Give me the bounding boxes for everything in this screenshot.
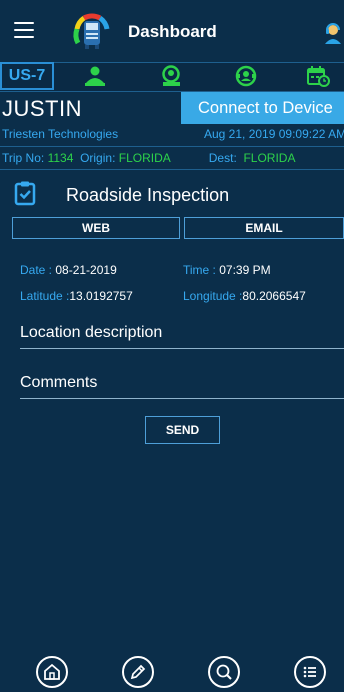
- edit-icon[interactable]: [122, 656, 154, 688]
- driver-icon[interactable]: [82, 64, 108, 88]
- app-title: Dashboard: [128, 22, 217, 41]
- latitude-value: 13.0192757: [69, 289, 133, 303]
- truck-gauge-logo: [70, 9, 114, 53]
- clipboard-check-icon: [14, 180, 36, 206]
- connect-to-device-button[interactable]: Connect to Device: [181, 92, 344, 124]
- time-info: Time : 07:39 PM: [183, 263, 271, 277]
- dest-value: FLORIDA: [243, 151, 296, 165]
- longitude-info: Longitude :80.2066547: [183, 289, 306, 303]
- company-name: Triesten Technologies: [2, 127, 119, 141]
- sleeper-icon[interactable]: [158, 64, 184, 88]
- email-button[interactable]: EMAIL: [184, 217, 344, 239]
- time-label: Time :: [183, 263, 216, 277]
- time-value: 07:39 PM: [219, 263, 271, 277]
- longitude-label: Longitude :: [183, 289, 243, 303]
- home-icon[interactable]: [36, 656, 68, 688]
- longitude-value: 80.2066547: [242, 289, 306, 303]
- trip-info-row: Trip No: 1134 Origin: FLORIDA Dest: FLORI…: [0, 146, 344, 170]
- trip-no-label: Trip No:: [2, 151, 45, 165]
- on-duty-icon[interactable]: [233, 64, 259, 88]
- web-button[interactable]: WEB: [12, 217, 180, 239]
- send-button[interactable]: SEND: [145, 416, 220, 444]
- driver-name: JUSTIN: [2, 96, 82, 121]
- date-value: 08-21-2019: [55, 263, 117, 277]
- calendar-clock-icon[interactable]: [305, 64, 331, 88]
- page-title: Roadside Inspection: [66, 185, 230, 205]
- search-icon[interactable]: [208, 656, 240, 688]
- origin-label: Origin:: [80, 151, 116, 165]
- current-datetime: Aug 21, 2019 09:09:22 AM: [204, 127, 344, 141]
- list-icon[interactable]: [294, 656, 326, 688]
- origin-value: FLORIDA: [118, 151, 171, 165]
- latitude-label: Latitude :: [20, 289, 70, 303]
- date-info: Date : 08-21-2019: [20, 263, 117, 277]
- trip-no-value: 1134: [47, 151, 74, 165]
- latitude-info: Latitude :13.0192757: [20, 289, 133, 303]
- comments-field[interactable]: Comments: [20, 374, 344, 399]
- cycle-rule-badge[interactable]: US-7: [0, 62, 54, 90]
- date-label: Date :: [20, 263, 53, 277]
- location-description-field[interactable]: Location description: [20, 324, 344, 349]
- hamburger-menu-icon[interactable]: [14, 22, 34, 38]
- dest-label: Dest:: [208, 151, 237, 165]
- support-agent-icon[interactable]: [322, 22, 344, 44]
